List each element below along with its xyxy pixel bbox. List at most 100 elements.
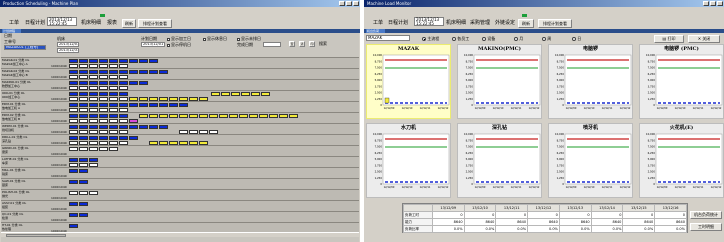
radio-icon[interactable]	[422, 37, 426, 41]
radio-icon[interactable]	[514, 37, 518, 41]
schedule-block[interactable]	[109, 147, 118, 151]
machine-combo[interactable]: MAZAK	[366, 35, 410, 41]
schedule-block[interactable]	[159, 70, 168, 74]
schedule-block[interactable]	[189, 114, 198, 118]
schedule-block[interactable]	[159, 103, 168, 107]
schedule-block[interactable]	[119, 81, 128, 85]
option-3[interactable]: 显示休息日	[203, 37, 227, 41]
schedule-block[interactable]	[89, 70, 98, 74]
schedule-block[interactable]	[261, 92, 270, 96]
schedule-block[interactable]	[199, 114, 208, 118]
scroll-thumb[interactable]	[6, 234, 66, 237]
schedule-block[interactable]	[89, 125, 98, 129]
schedule-row[interactable]: ASSY-01 分类 OL 组装 1000 1040	[1, 200, 359, 211]
schedule-block[interactable]	[79, 202, 88, 206]
export-button[interactable]: 排程计划查看	[538, 19, 572, 28]
schedule-row[interactable]: WEDM-01 分类 OL 线切割机 1000 1040	[1, 123, 359, 134]
start-date-field[interactable]: 2013/12/01	[57, 42, 79, 47]
schedule-block[interactable]	[69, 59, 78, 63]
export-button[interactable]: 排程计划查看	[138, 19, 172, 28]
refresh-button[interactable]: 刷新	[122, 19, 136, 28]
schedule-block[interactable]	[69, 202, 78, 206]
schedule-block[interactable]	[69, 114, 78, 118]
radio-option[interactable]: 各员工	[452, 36, 469, 41]
schedule-block[interactable]	[129, 136, 138, 140]
schedule-block[interactable]	[241, 92, 250, 96]
schedule-block[interactable]	[69, 158, 78, 162]
schedule-block[interactable]	[139, 81, 148, 85]
schedule-block[interactable]	[179, 103, 188, 107]
radio-option[interactable]: 主流程	[422, 36, 439, 41]
load-chart[interactable]: MAKINO(PMC) 10,000 8,750 7,500 6,250 5,000 3,7…	[457, 44, 542, 119]
schedule-block[interactable]	[79, 59, 88, 63]
schedule-block[interactable]	[289, 114, 298, 118]
schedule-block[interactable]	[259, 114, 268, 118]
radio-option[interactable]: 周	[542, 36, 551, 41]
schedule-block[interactable]	[99, 59, 108, 63]
schedule-block[interactable]	[79, 114, 88, 118]
checkbox-icon[interactable]	[167, 37, 170, 41]
schedule-block[interactable]	[219, 114, 228, 118]
schedule-block[interactable]	[99, 103, 108, 107]
schedule-block[interactable]	[279, 114, 288, 118]
schedule-block[interactable]	[69, 136, 78, 140]
schedule-row[interactable]: SAW-01 分类 OL 锯床 1000 1040	[1, 178, 359, 189]
radio-icon[interactable]	[542, 37, 546, 41]
schedule-row[interactable]: MILL-01 分类 OL 铣床 1000 1040	[1, 167, 359, 178]
option-4[interactable]: 显示未排日	[237, 37, 261, 41]
load-chart[interactable]: MAZAK 10,000 8,750 7,500 6,250 5,000 3,750 2,50…	[366, 44, 451, 119]
plan-date-field[interactable]: 2013/12/01	[141, 42, 165, 47]
schedule-block[interactable]	[69, 180, 78, 184]
schedule-block[interactable]	[119, 114, 128, 118]
minimize-button[interactable]	[339, 1, 345, 6]
toolbar-button-link[interactable]: 外链设定	[494, 19, 516, 28]
print-button[interactable]: 印	[309, 41, 315, 47]
schedule-row[interactable]: QC-01 分类 OL 检测 1000 1040	[1, 211, 359, 222]
schedule-block[interactable]	[69, 92, 78, 96]
schedule-block[interactable]	[69, 147, 78, 151]
schedule-row[interactable]: POLISH-01 分类 OL 抛光 1000 1040	[1, 189, 359, 200]
toolbar-button-workorder[interactable]: 工单	[370, 19, 386, 28]
radio-option[interactable]: 设备	[482, 36, 495, 41]
schedule-block[interactable]	[109, 125, 118, 129]
schedule-block[interactable]	[79, 70, 88, 74]
schedule-row[interactable]: MAZAK-01 分类 OL MAZAK加工中心 A 1000 1040	[1, 57, 359, 68]
schedule-block[interactable]	[69, 224, 78, 228]
load-chart[interactable]: 火花机(E) 10,000 8,750 7,500 6,250 5,000 3,750 2,5…	[639, 123, 724, 198]
load-chart[interactable]: 喷牙机 10,000 8,750 7,500 6,250 5,000 3,750 2,500 1…	[548, 123, 633, 198]
schedule-block[interactable]	[109, 114, 118, 118]
refresh-button[interactable]: 刷新	[518, 19, 534, 28]
horizontal-scrollbar[interactable]	[1, 232, 359, 237]
toolbar-button-purchase[interactable]: 采购管理	[470, 19, 490, 28]
radio-option[interactable]: 日	[572, 36, 581, 41]
schedule-block[interactable]	[179, 114, 188, 118]
schedule-block[interactable]	[109, 81, 118, 85]
schedule-row[interactable]: MAZAK-02 分类 OL MAZAK加工中心 B 1000 1040	[1, 68, 359, 79]
load-chart[interactable]: 电脑锣 (PMC) 10,000 8,750 7,500 6,250 5,000 3,750…	[639, 44, 724, 119]
schedule-block[interactable]	[229, 114, 238, 118]
end-date-field[interactable]: 2013/12/31	[57, 48, 79, 53]
close-button[interactable]	[717, 1, 723, 6]
schedule-block[interactable]	[79, 81, 88, 85]
schedule-block[interactable]	[149, 103, 158, 107]
schedule-block[interactable]	[211, 92, 220, 96]
schedule-block[interactable]	[79, 136, 88, 140]
schedule-block[interactable]	[109, 92, 118, 96]
schedule-block[interactable]	[79, 147, 88, 151]
query-button[interactable]: 查	[289, 41, 295, 47]
schedule-block[interactable]	[69, 191, 78, 195]
schedule-block[interactable]	[109, 59, 118, 63]
schedule-block[interactable]	[89, 114, 98, 118]
toolbar-button-machine[interactable]: 机床明细	[446, 19, 466, 28]
search-link[interactable]: 搜索	[319, 42, 327, 46]
table-row[interactable]: 能力 8640 8640 8640 8640 8640 8640 8640 8640	[403, 218, 687, 226]
schedule-block[interactable]	[109, 70, 118, 74]
load-stat-button[interactable]: 机台负荷统计	[690, 211, 722, 219]
schedule-block[interactable]	[209, 114, 218, 118]
schedule-row[interactable]: EDM-01 分类 OL 放电加工机 A 1000 1040	[1, 101, 359, 112]
schedule-block[interactable]	[119, 103, 128, 107]
close-button[interactable]	[353, 1, 359, 6]
schedule-block[interactable]	[89, 136, 98, 140]
schedule-block[interactable]	[69, 81, 78, 85]
done-date-field[interactable]	[263, 42, 281, 47]
